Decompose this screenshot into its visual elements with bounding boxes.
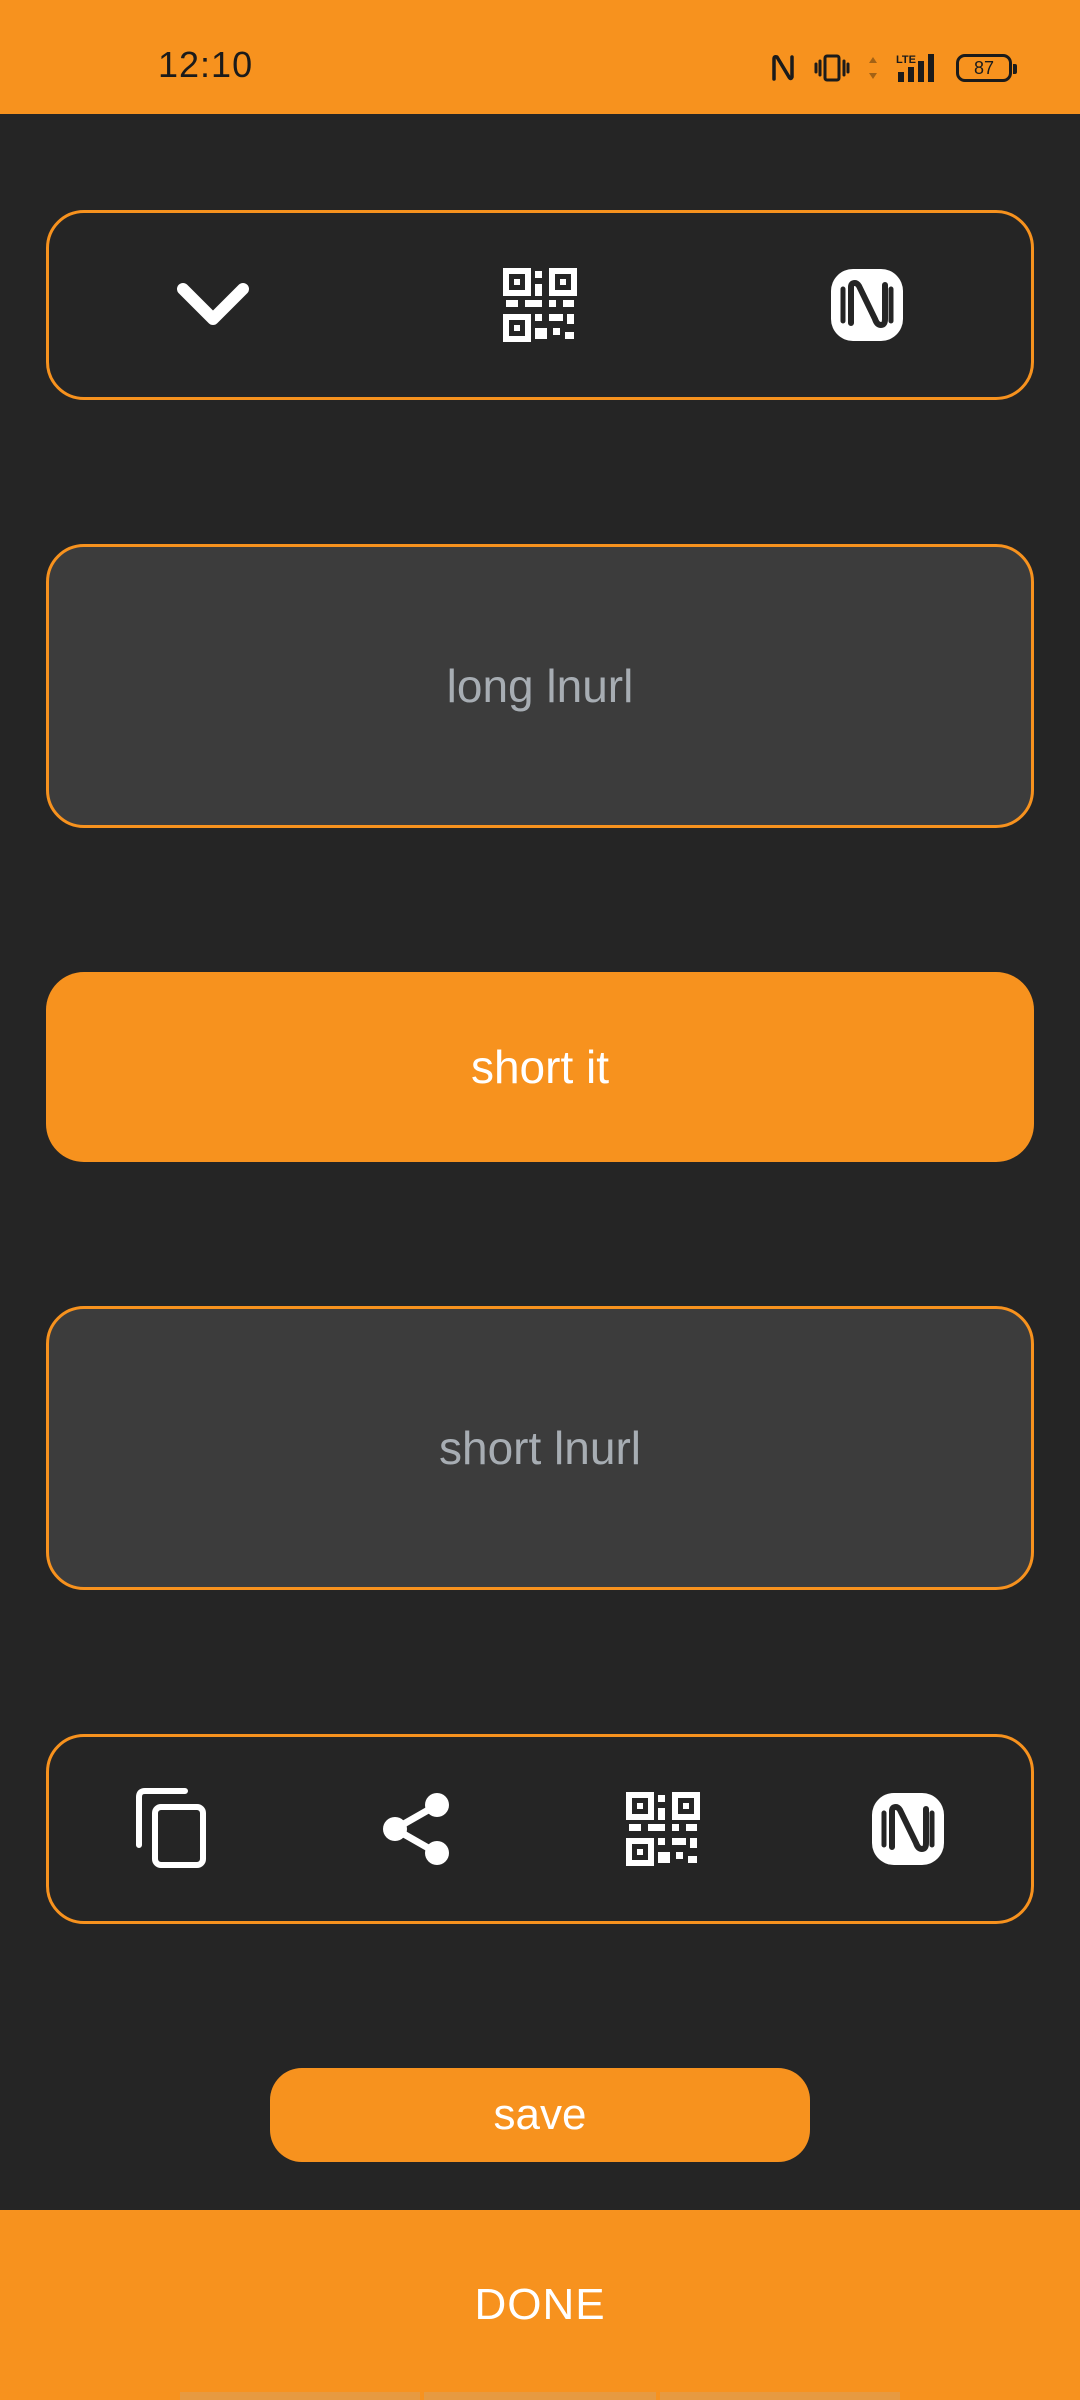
battery-level: 87 (973, 57, 995, 78)
short-it-label: short it (470, 1041, 610, 1093)
nfc-write-button[interactable] (853, 1774, 963, 1884)
done-button[interactable]: DONE (0, 2210, 1080, 2400)
copy-button[interactable] (117, 1774, 227, 1884)
nfc-read-button[interactable] (812, 250, 922, 360)
share-button[interactable] (362, 1774, 472, 1884)
short-lnurl-placeholder: short lnurl (439, 1422, 641, 1474)
lte-signal-icon: LTE (896, 54, 934, 82)
home-indicator-right (660, 2392, 900, 2400)
done-label: DONE (474, 2280, 606, 2329)
status-time: 12:10 (158, 44, 254, 85)
battery-icon: 87 (956, 54, 1017, 82)
status-bar: 12:10 LTE 87 (0, 0, 1080, 114)
show-qr-button[interactable] (608, 1774, 718, 1884)
short-lnurl-field[interactable]: short lnurl (46, 1306, 1034, 1590)
long-lnurl-placeholder: long lnurl (446, 660, 634, 712)
nfc-icon (772, 55, 794, 81)
qr-code-icon (625, 1792, 700, 1866)
nfc-icon (831, 269, 904, 341)
save-button[interactable]: save (270, 2068, 810, 2162)
qr-code-icon (502, 268, 577, 342)
long-lnurl-field[interactable]: long lnurl (46, 544, 1034, 828)
data-arrows-icon (869, 57, 877, 79)
home-indicator-center[interactable] (424, 2392, 656, 2400)
expand-button[interactable] (158, 250, 268, 360)
vibrate-icon (814, 54, 850, 82)
chevron-down-icon (176, 283, 249, 325)
bottom-toolbar (46, 1734, 1034, 1924)
status-icons: LTE 87 (770, 46, 1017, 90)
nfc-icon (872, 1793, 945, 1865)
copy-icon (135, 1788, 206, 1868)
short-it-button[interactable]: short it (46, 972, 1034, 1162)
share-icon (383, 1793, 450, 1865)
home-indicator-left (180, 2392, 420, 2400)
svg-text:LTE: LTE (896, 54, 916, 66)
save-label: save (493, 2090, 587, 2139)
top-toolbar (46, 210, 1034, 400)
scan-qr-button[interactable] (485, 250, 595, 360)
